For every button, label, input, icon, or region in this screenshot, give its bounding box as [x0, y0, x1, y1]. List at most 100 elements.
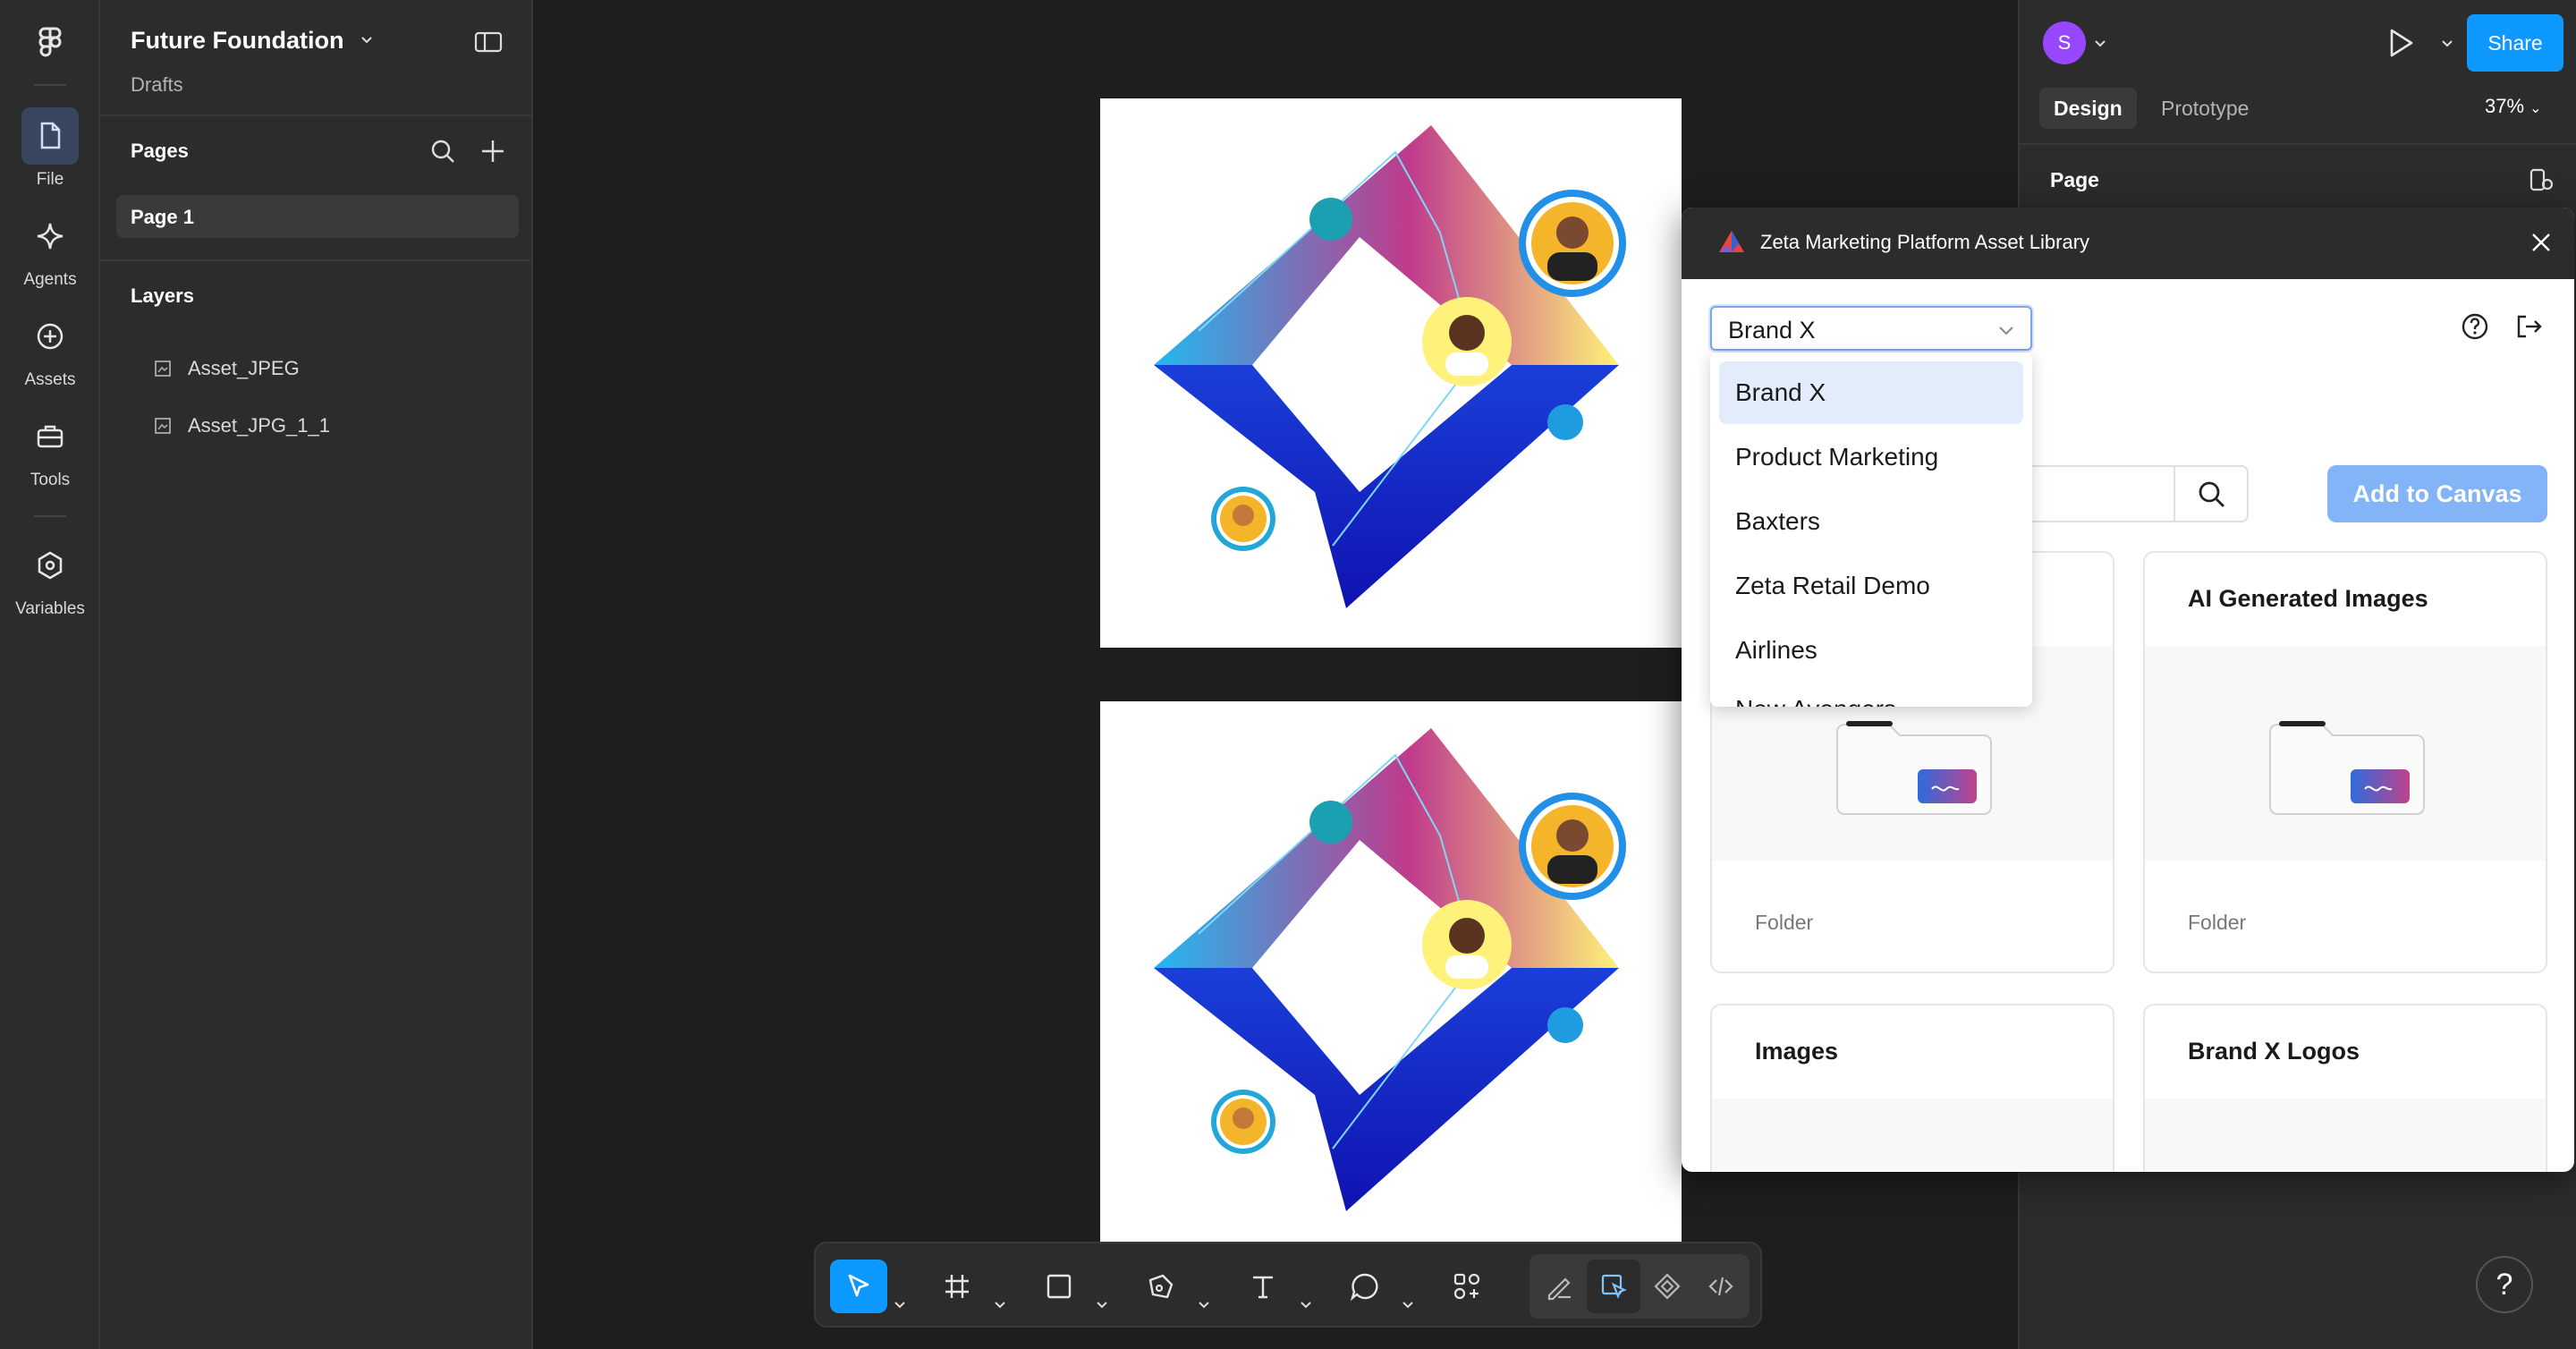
card-thumbnail: [1712, 1099, 2113, 1172]
search-icon: [2199, 481, 2224, 507]
image-layer-icon: [155, 418, 171, 434]
layer-item[interactable]: Asset_JPG_1_1: [154, 408, 330, 444]
chevron-down-icon[interactable]: [1299, 1277, 1313, 1331]
chevron-down-icon[interactable]: [2440, 36, 2454, 50]
chevron-down-icon[interactable]: [1197, 1277, 1211, 1331]
text-tool-button[interactable]: [1236, 1260, 1290, 1313]
layer-name: Asset_JPEG: [188, 357, 300, 379]
toolbox-icon: [21, 408, 79, 465]
page-section-title: Page: [2050, 168, 2099, 191]
plugin-header: Zeta Marketing Platform Asset Library: [1682, 208, 2574, 279]
draw-mode-button[interactable]: [1533, 1260, 1587, 1313]
page-item-page-1[interactable]: Page 1: [116, 195, 519, 238]
chevron-down-icon[interactable]: [360, 32, 374, 47]
dev-mode-button[interactable]: [1694, 1260, 1748, 1313]
pages-title: Pages: [131, 140, 189, 162]
chevron-down-icon[interactable]: [1401, 1277, 1415, 1331]
pen-tool-button[interactable]: [1134, 1260, 1188, 1313]
rail-divider: [34, 515, 66, 517]
asset-card-images[interactable]: Images: [1710, 1004, 2114, 1172]
draw-icon: [1547, 1277, 1571, 1301]
help-circle-icon[interactable]: [2460, 311, 2490, 342]
chevron-down-icon: ⌄: [2529, 101, 2542, 116]
rail-item-tools[interactable]: Tools: [0, 408, 100, 490]
divider: [100, 115, 533, 116]
move-tool-button[interactable]: [830, 1260, 887, 1313]
project-name[interactable]: Future Foundation: [131, 27, 343, 55]
layers-panel: Future Foundation Drafts Pages Page 1 La…: [100, 0, 533, 1349]
logout-icon[interactable]: [2513, 311, 2544, 342]
chevron-down-icon[interactable]: [993, 1277, 1007, 1331]
file-icon: [21, 107, 79, 165]
sparkle-icon: [21, 208, 79, 265]
brand-artwork-image: [1154, 728, 1626, 1211]
brand-option-zeta-retail-demo[interactable]: Zeta Retail Demo: [1719, 555, 2023, 617]
zeta-logo-icon: [1719, 231, 1744, 252]
figma-logo-icon[interactable]: [32, 25, 68, 61]
design-mode-button[interactable]: [1587, 1260, 1640, 1313]
comment-icon: [1350, 1273, 1378, 1302]
sidebar-toggle-icon[interactable]: [474, 30, 503, 54]
project-location[interactable]: Drafts: [131, 73, 183, 97]
brand-artwork-image: [1154, 125, 1626, 608]
present-play-icon[interactable]: [2385, 27, 2417, 59]
rail-label: Assets: [24, 370, 76, 389]
comment-tool-button[interactable]: [1338, 1260, 1392, 1313]
asset-card-brand-x-logos[interactable]: Brand X Logos: [2143, 1004, 2547, 1172]
rail-item-agents[interactable]: Agents: [0, 208, 100, 290]
rail-label: Agents: [23, 270, 77, 289]
card-thumbnail: [2145, 646, 2546, 861]
actions-button[interactable]: [1440, 1260, 1494, 1313]
cursor-icon: [848, 1274, 869, 1297]
add-to-canvas-button[interactable]: Add to Canvas: [2327, 465, 2547, 522]
asset-search-input[interactable]: [2021, 465, 2174, 522]
brand-option-new-avengers[interactable]: New Avengers: [1719, 678, 2023, 707]
page-settings-icon[interactable]: [2528, 166, 2555, 193]
search-icon[interactable]: [429, 138, 456, 165]
pen-icon: [1148, 1274, 1174, 1299]
plus-circle-icon: [21, 308, 79, 365]
zoom-value: 37%: [2485, 95, 2525, 117]
brand-option-baxters[interactable]: Baxters: [1719, 490, 2023, 553]
tab-design[interactable]: Design: [2039, 88, 2137, 129]
chevron-down-icon[interactable]: [893, 1277, 907, 1331]
help-button[interactable]: ?: [2476, 1256, 2533, 1313]
rectangle-tool-button[interactable]: [1032, 1260, 1086, 1313]
tab-prototype[interactable]: Prototype: [2147, 88, 2263, 129]
frame-tool-button[interactable]: [930, 1260, 984, 1313]
canvas-frame-asset-jpg-1-1[interactable]: [1100, 701, 1682, 1242]
chevron-down-icon[interactable]: [2093, 36, 2107, 50]
frame-icon: [945, 1275, 969, 1298]
left-rail: File Agents Assets Tools Variables: [0, 0, 100, 1349]
brand-option-brand-x[interactable]: Brand X: [1719, 361, 2023, 424]
asset-search-button[interactable]: [2174, 465, 2249, 522]
avatar[interactable]: S: [2043, 21, 2086, 64]
rail-label: Variables: [15, 599, 85, 618]
rail-divider: [34, 84, 66, 86]
card-title: Brand X Logos: [2188, 1038, 2360, 1065]
app-root: File Agents Assets Tools Variables Futur…: [0, 0, 2576, 1349]
hexagon-icon: [21, 537, 79, 594]
brand-option-product-marketing[interactable]: Product Marketing: [1719, 426, 2023, 488]
share-button[interactable]: Share: [2467, 14, 2563, 72]
rail-item-assets[interactable]: Assets: [0, 308, 100, 390]
card-title: Images: [1755, 1038, 1839, 1065]
rail-item-variables[interactable]: Variables: [0, 537, 100, 619]
brand-select[interactable]: Brand X: [1710, 306, 2032, 351]
components-mode-button[interactable]: [1640, 1260, 1694, 1313]
brand-option-airlines[interactable]: Airlines: [1719, 619, 2023, 682]
apps-icon: [1453, 1273, 1480, 1300]
folder-icon: [1836, 721, 1992, 815]
card-thumbnail: [2145, 1099, 2546, 1172]
chevron-down-icon[interactable]: [1095, 1277, 1109, 1331]
rail-item-file[interactable]: File: [0, 107, 100, 190]
zoom-level[interactable]: 37% ⌄: [2485, 95, 2542, 118]
canvas-frame-asset-jpeg[interactable]: [1100, 98, 1682, 648]
card-type: Folder: [2188, 911, 2247, 934]
close-icon[interactable]: [2528, 229, 2555, 256]
image-layer-icon: [155, 361, 171, 377]
divider: [100, 259, 533, 261]
add-page-icon[interactable]: [479, 138, 506, 165]
asset-card-ai-generated-images[interactable]: AI Generated Images Folder: [2143, 551, 2547, 973]
layer-item[interactable]: Asset_JPEG: [154, 351, 300, 386]
